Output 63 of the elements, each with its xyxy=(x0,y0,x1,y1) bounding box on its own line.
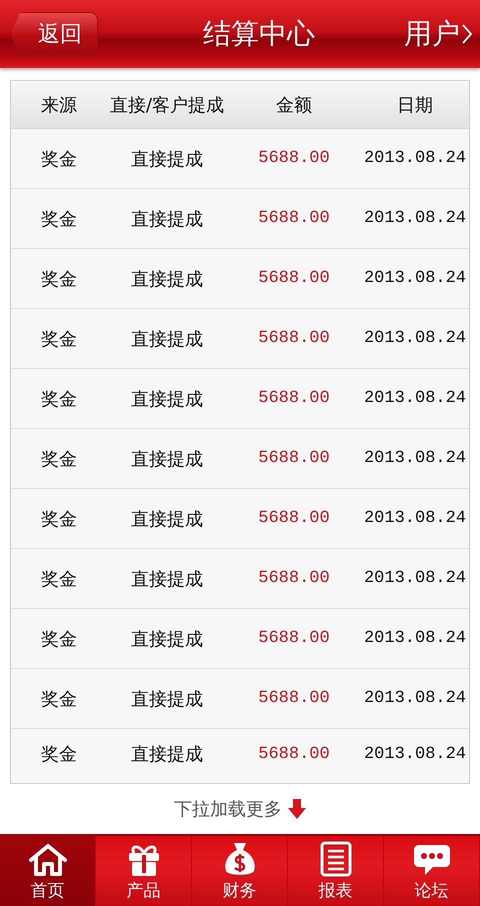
table-cell-text: 奖金 xyxy=(40,448,78,470)
table-cell-text: 奖金 xyxy=(40,688,78,710)
table-cell-text: 5688.00 xyxy=(257,149,331,168)
table-cell-text: 奖金 xyxy=(40,568,78,590)
table-cell-text: 奖金 xyxy=(40,628,78,650)
tab-bar-item[interactable]: 产品 xyxy=(96,836,192,906)
table-cell-text: 直接提成 xyxy=(130,628,204,650)
table-cell-text: 直接提成 xyxy=(130,208,204,230)
table-cell-text: 直接提成 xyxy=(130,388,204,410)
table-cell-text: 2013.08.24 xyxy=(362,269,468,288)
table-cell-text: 直接提成 xyxy=(130,148,204,170)
document-icon xyxy=(320,841,352,877)
house-icon xyxy=(28,843,68,877)
table-cell-text: 2013.08.24 xyxy=(362,744,468,764)
back-button[interactable]: 返回 xyxy=(10,12,98,56)
table-cell-text: 5688.00 xyxy=(257,269,331,288)
column-header: 日期 xyxy=(396,94,434,116)
column-header: 直接/客户提成 xyxy=(108,94,226,116)
table-cell-text: 5688.00 xyxy=(257,209,331,228)
money-bag-icon xyxy=(224,841,256,877)
tab-bar-item[interactable]: 财务 xyxy=(192,836,288,906)
table-cell-text: 2013.08.24 xyxy=(362,149,468,168)
chevron-icon xyxy=(462,24,472,44)
table-cell-text: 5688.00 xyxy=(257,689,331,708)
table-cell-text: 5688.00 xyxy=(257,629,331,648)
load-more-text: 下拉加载更多 xyxy=(174,798,282,821)
table-cell-text: 2013.08.24 xyxy=(362,209,468,228)
table-cell-text: 2013.08.24 xyxy=(362,569,468,588)
table-cell-text: 直接提成 xyxy=(130,448,204,470)
table-cell-text: 奖金 xyxy=(40,508,78,530)
table-cell-text: 直接提成 xyxy=(130,688,204,710)
tab-bar-item[interactable]: 首页 xyxy=(0,836,96,906)
table-cell-text: 2013.08.24 xyxy=(362,329,468,348)
down-arrow-icon xyxy=(288,798,306,819)
tab-bar-item[interactable]: 报表 xyxy=(288,836,384,906)
table-cell-text: 2013.08.24 xyxy=(362,449,468,468)
table-cell-text: 5688.00 xyxy=(257,509,331,528)
table-cell-text: 奖金 xyxy=(40,148,78,170)
chat-bubble-icon xyxy=(412,843,450,877)
table-cell-text: 2013.08.24 xyxy=(362,509,468,528)
table-cell-text: 奖金 xyxy=(40,743,78,766)
table-cell-text: 奖金 xyxy=(40,268,78,290)
table-cell-text: 5688.00 xyxy=(257,329,331,348)
tab-bar-item[interactable]: 论坛 xyxy=(384,836,480,906)
table-cell-text: 直接提成 xyxy=(130,568,204,590)
table-cell-text: 奖金 xyxy=(40,328,78,350)
table-cell-text: 5688.00 xyxy=(257,389,331,408)
table-cell-text: 2013.08.24 xyxy=(362,689,468,708)
table-cell-text: 奖金 xyxy=(40,208,78,230)
table-cell-text: 2013.08.24 xyxy=(362,629,468,648)
table-cell-text: 直接提成 xyxy=(130,743,204,766)
user-link[interactable]: 用户 xyxy=(404,15,472,53)
table-cell-text: 直接提成 xyxy=(130,268,204,290)
table-cell-text: 5688.00 xyxy=(257,569,331,588)
table-cell-text: 奖金 xyxy=(40,388,78,410)
table-cell-text: 5688.00 xyxy=(257,449,331,468)
column-header: 来源 xyxy=(40,94,78,116)
table-cell-text: 直接提成 xyxy=(130,328,204,350)
table-cell-text: 2013.08.24 xyxy=(362,389,468,408)
column-header: 金额 xyxy=(275,94,313,116)
table-cell-text: 5688.00 xyxy=(257,744,331,764)
page-title: 结算中心 xyxy=(203,16,315,52)
table-cell-text: 直接提成 xyxy=(130,508,204,530)
